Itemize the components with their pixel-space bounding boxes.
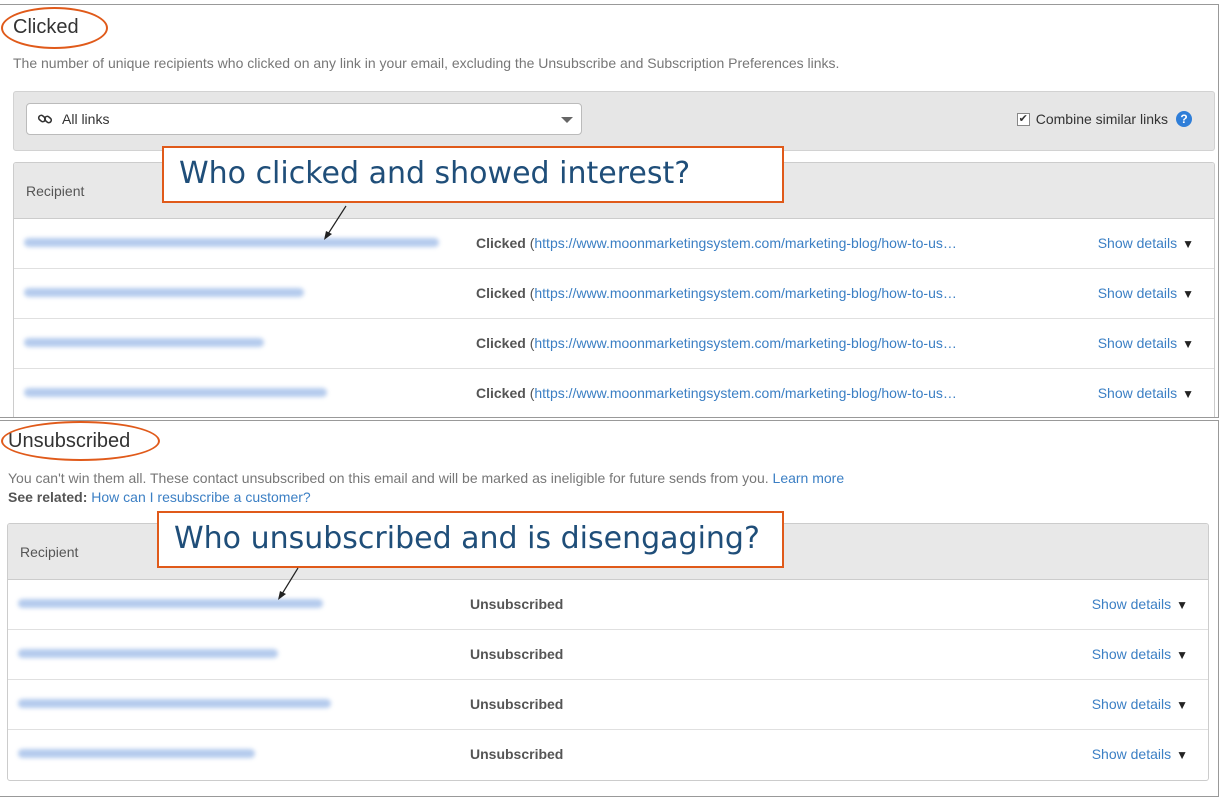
caret-down-icon: [561, 117, 573, 123]
table-row: Unsubscribed Show details ▼: [8, 630, 1208, 680]
chain-link-icon: [37, 114, 53, 124]
status-text: Unsubscribed: [470, 696, 564, 712]
show-details-link[interactable]: Show details ▼: [1098, 285, 1194, 301]
show-details-link[interactable]: Show details ▼: [1092, 696, 1188, 712]
filter-bar: All links ✔ Combine similar links ?: [13, 91, 1215, 151]
blurred-recipient: [24, 288, 304, 297]
triangle-down-icon: ▼: [1182, 287, 1194, 301]
triangle-down-icon: ▼: [1176, 598, 1188, 612]
triangle-down-icon: ▼: [1182, 387, 1194, 401]
show-details-link[interactable]: Show details ▼: [1092, 746, 1188, 762]
show-details-link[interactable]: Show details ▼: [1098, 335, 1194, 351]
arrow-icon: [278, 567, 299, 600]
triangle-down-icon: ▼: [1182, 237, 1194, 251]
table-row: Unsubscribed Show details ▼: [8, 580, 1208, 630]
status-text: Clicked (https://www.moonmarketingsystem…: [476, 285, 957, 301]
recipient-header: Recipient: [26, 183, 85, 199]
status-text: Clicked (https://www.moonmarketingsystem…: [476, 335, 957, 351]
unsubscribed-panel: Unsubscribed You can't win them all. The…: [0, 420, 1219, 797]
triangle-down-icon: ▼: [1176, 698, 1188, 712]
blurred-recipient: [24, 388, 327, 397]
clicked-url[interactable]: https://www.moonmarketingsystem.com/mark…: [534, 385, 956, 401]
clicked-url[interactable]: https://www.moonmarketingsystem.com/mark…: [534, 235, 956, 251]
show-details-link[interactable]: Show details ▼: [1092, 646, 1188, 662]
show-details-link[interactable]: Show details ▼: [1098, 235, 1194, 251]
status-text: Clicked (https://www.moonmarketingsystem…: [476, 385, 957, 401]
show-details-link[interactable]: Show details ▼: [1098, 385, 1194, 401]
unsubscribed-description: You can't win them all. These contact un…: [8, 470, 845, 486]
recipient-header: Recipient: [20, 544, 79, 560]
table-row: Unsubscribed Show details ▼: [8, 730, 1208, 780]
status-text: Unsubscribed: [470, 746, 564, 762]
checkbox-icon[interactable]: ✔: [1016, 112, 1030, 126]
clicked-description: The number of unique recipients who clic…: [13, 55, 840, 71]
table-row: Clicked (https://www.moonmarketingsystem…: [14, 269, 1214, 319]
combine-label: Combine similar links: [1035, 111, 1168, 127]
see-related: See related: How can I resubscribe a cus…: [8, 489, 311, 505]
table-row: Clicked (https://www.moonmarketingsystem…: [14, 219, 1214, 269]
dropdown-label: All links: [62, 111, 110, 127]
learn-more-link[interactable]: Learn more: [773, 470, 845, 486]
status-text: Unsubscribed: [470, 646, 564, 662]
resubscribe-link[interactable]: How can I resubscribe a customer?: [91, 489, 310, 505]
table-row: Clicked (https://www.moonmarketingsystem…: [14, 319, 1214, 369]
clicked-url[interactable]: https://www.moonmarketingsystem.com/mark…: [534, 285, 956, 301]
arrow-icon: [324, 205, 347, 240]
blurred-recipient: [18, 749, 255, 758]
clicked-title-highlight: [1, 7, 108, 49]
clicked-panel: Clicked The number of unique recipients …: [0, 4, 1219, 418]
combine-similar-links: ✔ Combine similar links ?: [1016, 111, 1192, 127]
unsubscribed-callout: Who unsubscribed and is disengaging?: [157, 511, 784, 568]
help-icon[interactable]: ?: [1176, 111, 1192, 127]
triangle-down-icon: ▼: [1182, 337, 1194, 351]
status-text: Clicked (https://www.moonmarketingsystem…: [476, 235, 957, 251]
blurred-recipient: [18, 699, 331, 708]
triangle-down-icon: ▼: [1176, 748, 1188, 762]
show-details-link[interactable]: Show details ▼: [1092, 596, 1188, 612]
blurred-recipient: [18, 649, 278, 658]
clicked-callout: Who clicked and showed interest?: [162, 146, 784, 203]
table-row: Unsubscribed Show details ▼: [8, 680, 1208, 730]
clicked-url[interactable]: https://www.moonmarketingsystem.com/mark…: [534, 335, 956, 351]
links-dropdown[interactable]: All links: [26, 103, 582, 135]
unsubscribed-title-highlight: [1, 421, 160, 461]
blurred-recipient: [24, 338, 264, 347]
table-row: Clicked (https://www.moonmarketingsystem…: [14, 369, 1214, 417]
blurred-recipient: [24, 238, 439, 247]
status-text: Unsubscribed: [470, 596, 564, 612]
triangle-down-icon: ▼: [1176, 648, 1188, 662]
